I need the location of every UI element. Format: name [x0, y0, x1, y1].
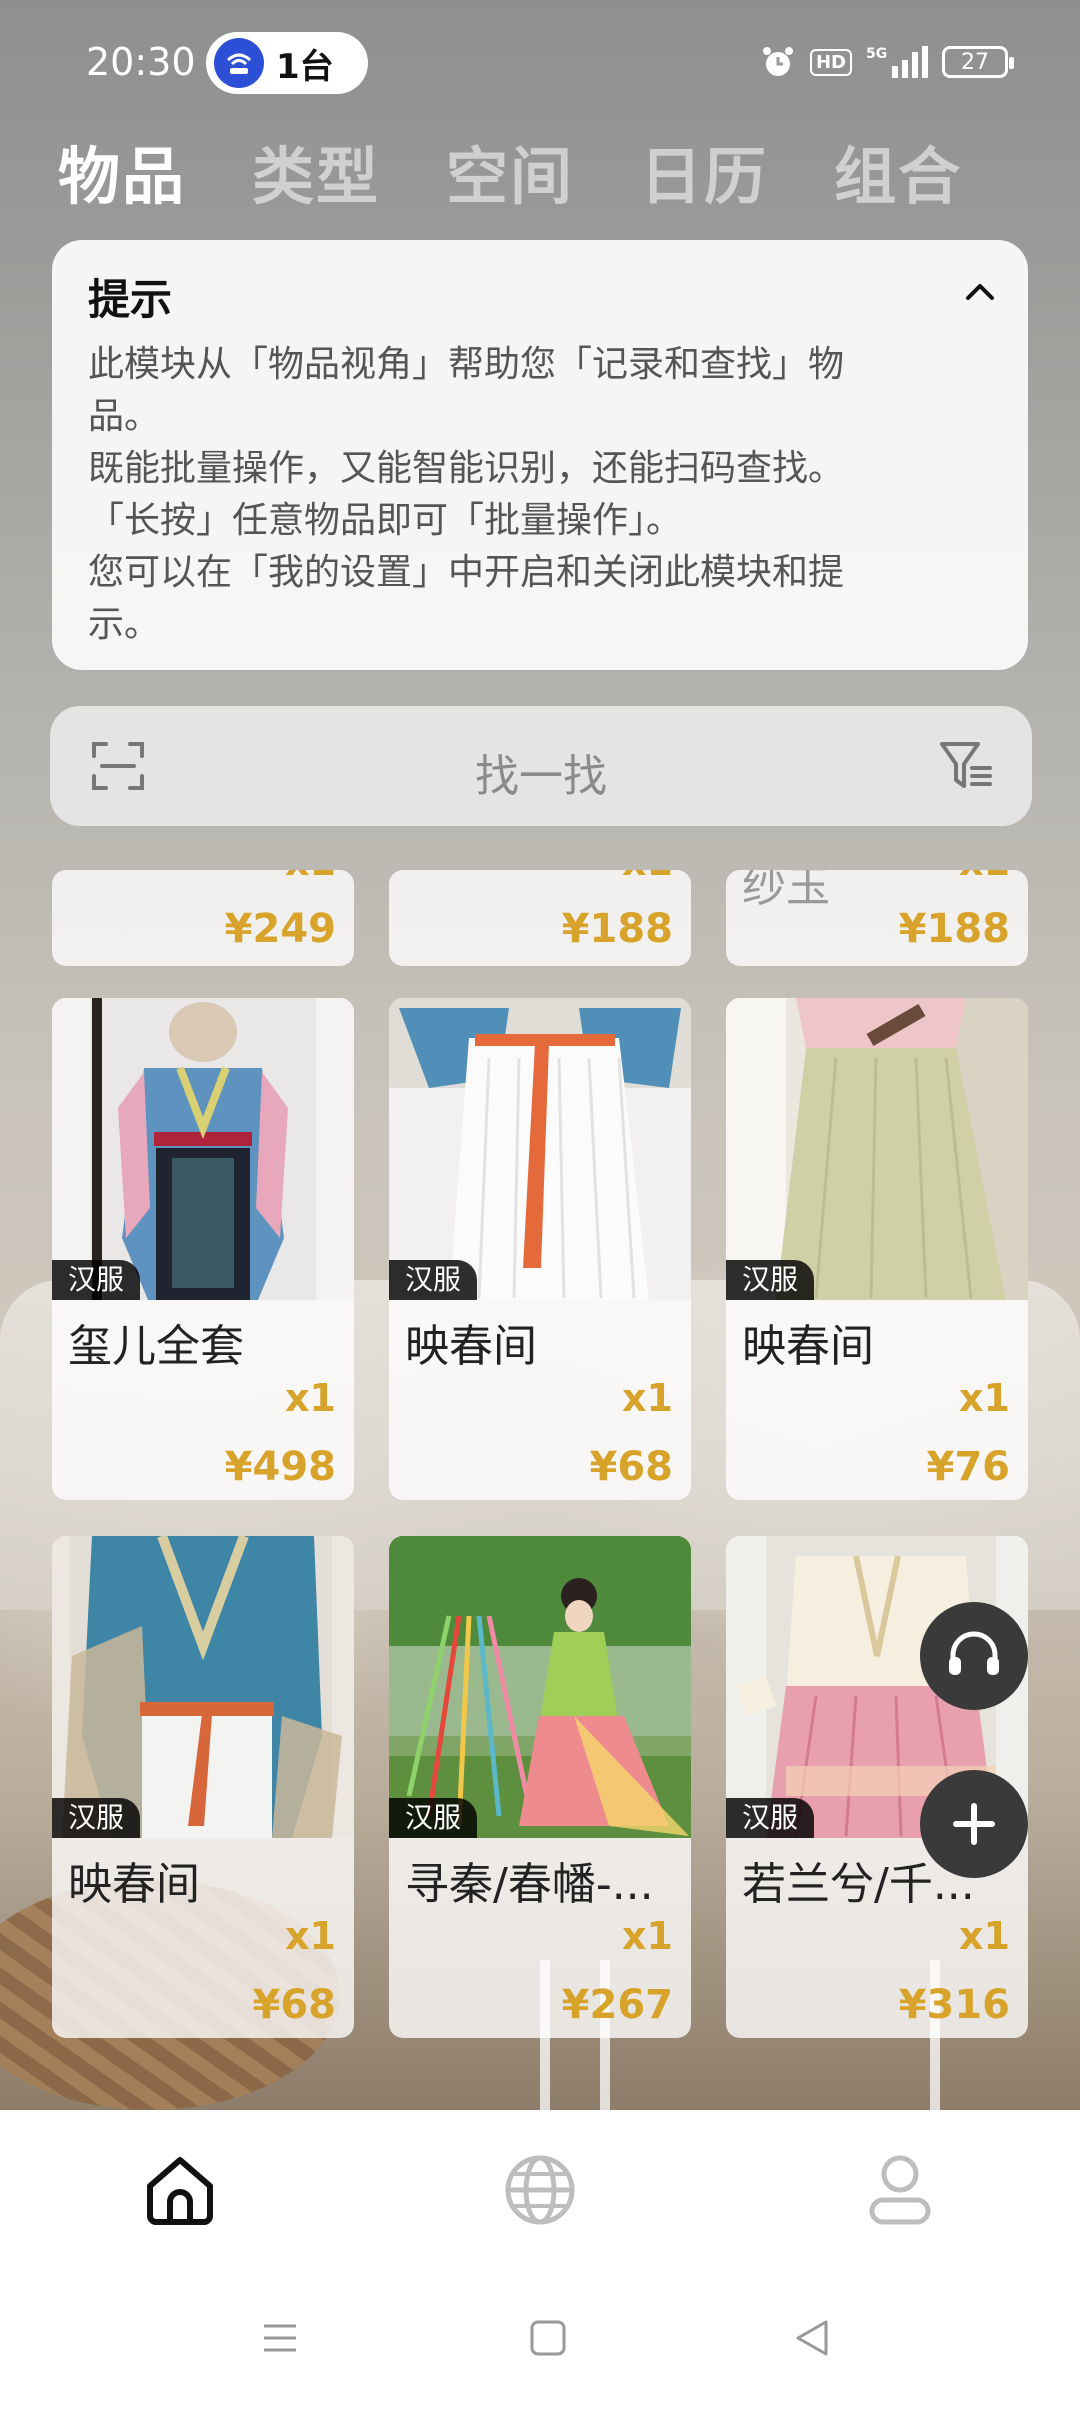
tip-title: 提示	[88, 275, 173, 324]
item-card[interactable]: 汉服 映春间 x1 ¥68	[52, 1536, 354, 2038]
item-name: 玺儿全套	[68, 1321, 244, 1372]
status-bar: 20:30 1台 HD 5G 27	[0, 0, 1080, 130]
item-photo	[389, 998, 691, 1300]
item-tag: 汉服	[389, 1260, 478, 1300]
globe-icon[interactable]	[500, 2150, 580, 2230]
clock: 20:30	[86, 40, 196, 84]
item-price: ¥188	[898, 906, 1010, 952]
item-quantity: x1	[959, 1914, 1010, 1958]
item-card[interactable]: 纱玉 x1 ¥188	[726, 870, 1028, 966]
item-card[interactable]: 汉服 映春间 x1 ¥68	[389, 998, 691, 1500]
item-tag: 汉服	[726, 1260, 815, 1300]
user-icon[interactable]	[860, 2150, 940, 2230]
tip-line: 您可以在「我的设置」中开启和关闭此模块和提	[88, 552, 845, 593]
back-icon[interactable]	[792, 2318, 832, 2358]
status-icons: HD 5G 27	[760, 44, 1014, 80]
item-name: 寻秦/春幡-...	[405, 1859, 654, 1910]
item-grid[interactable]: x1 ¥249 x1 ¥188 纱玉 x1 ¥188	[0, 870, 1080, 2110]
add-item-button[interactable]	[920, 1770, 1028, 1878]
item-price: ¥316	[898, 1982, 1010, 2028]
item-quantity: x1	[622, 870, 673, 884]
device-count: 1台	[276, 46, 334, 87]
item-name: 映春间	[405, 1321, 537, 1372]
device-pill[interactable]: 1台	[206, 32, 368, 94]
tip-body: 此模块从「物品视角」帮助您「记录和查找」物 品。 既能批量操作，又能智能识别，还…	[88, 339, 992, 651]
item-photo	[52, 998, 354, 1300]
item-card[interactable]: 汉服 玺儿全套 x1 ¥498	[52, 998, 354, 1500]
menu-icon[interactable]	[260, 2318, 300, 2358]
top-tabs: 物品 类型 空间 日历 组合	[58, 126, 962, 216]
item-card[interactable]: x1 ¥188	[389, 870, 691, 966]
search-bar[interactable]: 找一找	[50, 706, 1032, 826]
item-photo	[52, 1536, 354, 1838]
tip-line: 此模块从「物品视角」帮助您「记录和查找」物	[88, 344, 845, 385]
item-price: ¥76	[926, 1444, 1011, 1490]
item-price: ¥249	[224, 906, 336, 952]
battery-icon: 27	[942, 46, 1014, 78]
hd-icon: HD	[809, 48, 852, 76]
item-name: 映春间	[68, 1859, 200, 1910]
item-card[interactable]: 汉服 寻秦/春幡-... x1 ¥267	[389, 1536, 691, 2038]
item-price: ¥68	[589, 1444, 674, 1490]
battery-level: 27	[961, 49, 989, 75]
tip-line: 「长按」任意物品即可「批量操作」。	[88, 500, 683, 541]
support-button[interactable]	[920, 1602, 1028, 1710]
plus-icon	[953, 1803, 995, 1845]
headset-icon	[949, 1631, 999, 1675]
wifi-device-icon	[214, 38, 264, 88]
item-price: ¥498	[224, 1444, 336, 1490]
item-photo	[726, 998, 1028, 1300]
item-price: ¥188	[561, 906, 673, 952]
tab-spaces[interactable]: 空间	[446, 126, 574, 216]
chevron-up-icon[interactable]	[956, 268, 1004, 316]
item-name: 映春间	[742, 1321, 874, 1372]
tab-combos[interactable]: 组合	[834, 126, 962, 216]
home-icon[interactable]	[140, 2150, 220, 2230]
network-type: 5G	[866, 46, 887, 62]
tip-line: 品。	[88, 396, 161, 437]
item-tag: 汉服	[52, 1260, 141, 1300]
tip-line: 示。	[88, 604, 161, 645]
tab-types[interactable]: 类型	[252, 126, 380, 216]
item-photo	[389, 1536, 691, 1838]
item-tag: 汉服	[726, 1798, 815, 1838]
item-card[interactable]: 汉服 映春间 x1 ¥76	[726, 998, 1028, 1500]
tip-card: 提示 此模块从「物品视角」帮助您「记录和查找」物 品。 既能批量操作，又能智能识…	[52, 240, 1028, 670]
signal-5g-icon: 5G	[866, 46, 928, 78]
home-square-icon[interactable]	[528, 2318, 568, 2358]
item-price: ¥68	[252, 1982, 337, 2028]
search-input[interactable]: 找一找	[50, 740, 1032, 804]
item-quantity: x1	[622, 1376, 673, 1420]
item-quantity: x1	[285, 1914, 336, 1958]
filter-icon[interactable]	[938, 738, 994, 794]
tip-line: 既能批量操作，又能智能识别，还能扫码查找。	[88, 448, 845, 489]
item-quantity: x1	[959, 870, 1010, 884]
item-quantity: x1	[285, 1376, 336, 1420]
item-quantity: x1	[622, 1914, 673, 1958]
alarm-icon	[762, 47, 793, 76]
item-tag: 汉服	[52, 1798, 141, 1838]
tab-items[interactable]: 物品	[58, 126, 186, 216]
bottom-nav	[0, 2110, 1080, 2414]
item-quantity: x1	[285, 870, 336, 884]
item-tag: 汉服	[389, 1798, 478, 1838]
item-card[interactable]: x1 ¥249	[52, 870, 354, 966]
item-quantity: x1	[959, 1376, 1010, 1420]
tab-calendar[interactable]: 日历	[640, 126, 768, 216]
item-price: ¥267	[561, 1982, 673, 2028]
